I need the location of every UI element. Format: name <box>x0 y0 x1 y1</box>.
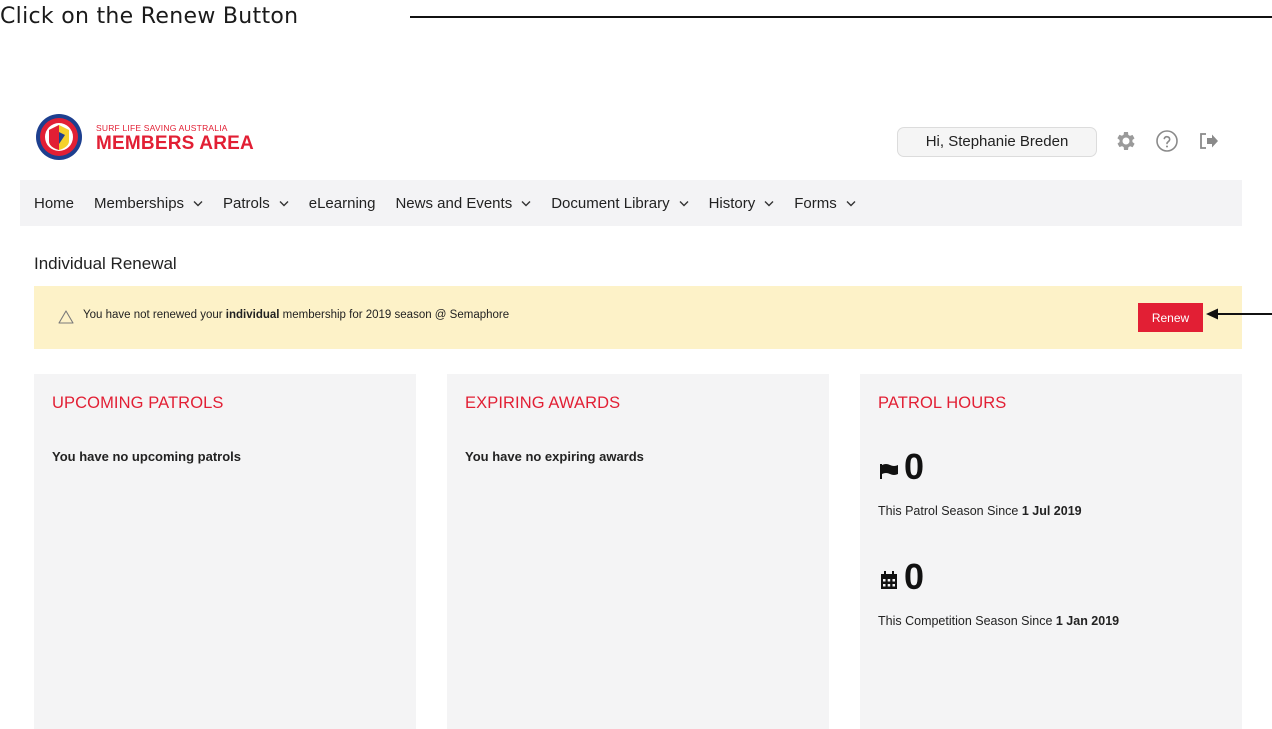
nav-item-forms[interactable]: Forms <box>794 195 856 212</box>
nav-item-patrols[interactable]: Patrols <box>223 195 289 212</box>
nav-label: News and Events <box>395 194 513 212</box>
expiring-awards-card: EXPIRING AWARDS You have no expiring awa… <box>447 374 829 729</box>
nav-label: History <box>708 194 756 212</box>
calendar-icon <box>881 571 897 589</box>
nav-item-home[interactable]: Home <box>34 195 74 212</box>
card-title: EXPIRING AWARDS <box>465 394 621 412</box>
chevron-down-icon <box>679 200 689 206</box>
chevron-down-icon <box>846 200 856 206</box>
nav-item-news-and-events[interactable]: News and Events <box>395 195 531 212</box>
chevron-down-icon <box>279 200 289 206</box>
renewal-alert: You have not renewed your individual mem… <box>34 286 1242 349</box>
card-title: PATROL HOURS <box>878 394 1007 412</box>
nav-label: eLearning <box>308 194 376 212</box>
chevron-down-icon <box>521 200 531 206</box>
caption-text: This Competition Season Since <box>878 614 1056 628</box>
card-title: UPCOMING PATROLS <box>52 394 224 412</box>
user-greeting[interactable]: Hi, Stephanie Breden <box>897 127 1097 157</box>
org-name: SURF LIFE SAVING AUSTRALIA <box>96 123 228 133</box>
nav-item-history[interactable]: History <box>709 195 775 212</box>
nav-item-elearning[interactable]: eLearning <box>309 195 376 212</box>
chevron-down-icon <box>193 200 203 206</box>
caption-date: 1 Jan 2019 <box>1055 614 1120 628</box>
competition-season-caption: This Competition Season Since 1 Jan 2019 <box>878 614 1119 628</box>
page-title: Individual Renewal <box>34 254 177 273</box>
alert-text-bold: individual <box>225 309 280 321</box>
instruction-line <box>410 16 1272 18</box>
alert-text-before: You have not renewed your <box>83 309 226 321</box>
card-message: You have no expiring awards <box>465 449 644 464</box>
competition-season-hours: 0 <box>904 556 925 597</box>
sls-logo-badge-icon <box>36 114 82 160</box>
upcoming-patrols-card: UPCOMING PATROLS You have no upcoming pa… <box>34 374 416 729</box>
app-title: MEMBERS AREA <box>96 133 254 154</box>
alert-text-after: membership for 2019 season @ Semaphore <box>279 309 510 321</box>
pointer-arrow <box>1206 308 1272 320</box>
renew-button[interactable]: Renew <box>1138 303 1203 332</box>
patrol-season-stat: 0 <box>878 449 924 485</box>
sls-logo[interactable]: SURF LIFE SAVING AUSTRALIA MEMBERS AREA <box>34 113 294 161</box>
nav-label: Memberships <box>94 194 185 212</box>
help-circle-icon[interactable] <box>1155 129 1179 153</box>
nav-item-memberships[interactable]: Memberships <box>94 195 203 212</box>
warning-triangle-icon <box>58 310 74 324</box>
caption-text: This Patrol Season Since <box>878 504 1022 518</box>
nav-item-document-library[interactable]: Document Library <box>551 194 689 212</box>
flag-icon <box>880 464 898 479</box>
instruction-text: Click on the Renew Button <box>0 4 299 29</box>
nav-label: Document Library <box>551 194 670 212</box>
patrol-hours-card: PATROL HOURS 0 This Patrol Season Since … <box>860 374 1242 729</box>
main-nav: Home Memberships Patrols eLearning News … <box>20 180 1242 226</box>
caption-date: 1 Jul 2019 <box>1021 504 1082 518</box>
patrol-season-caption: This Patrol Season Since 1 Jul 2019 <box>878 504 1082 518</box>
patrol-season-hours: 0 <box>904 446 925 487</box>
settings-gear-icon[interactable] <box>1113 129 1137 153</box>
alert-message: You have not renewed your individual mem… <box>83 309 509 321</box>
competition-season-stat: 0 <box>878 559 924 595</box>
nav-label: Home <box>34 194 75 212</box>
nav-label: Patrols <box>223 194 270 212</box>
card-message: You have no upcoming patrols <box>52 449 241 464</box>
chevron-down-icon <box>764 200 774 206</box>
nav-label: Forms <box>794 194 837 212</box>
logout-icon[interactable] <box>1196 129 1220 153</box>
